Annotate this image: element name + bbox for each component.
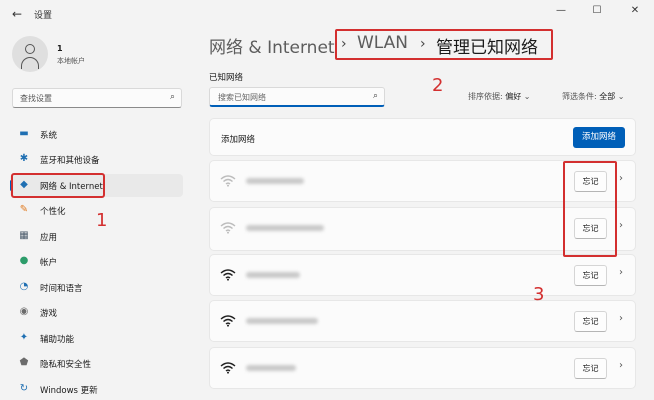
network-name-redacted <box>246 178 304 184</box>
annotation-box-forget <box>563 161 617 257</box>
sidebar-item-5[interactable]: ● 帐户 <box>10 250 183 273</box>
sidebar-item-label: 系统 <box>40 131 58 141</box>
brush-icon: ✎ <box>19 204 29 215</box>
filter-placeholder: 搜索已知网络 <box>218 93 266 102</box>
wifi-icon <box>220 362 236 374</box>
minimize-button[interactable]: — <box>548 2 574 20</box>
search-placeholder: 查找设置 <box>20 94 52 103</box>
sidebar-item-label: 隐私和安全性 <box>40 360 92 370</box>
network-name-redacted <box>246 318 318 324</box>
maximize-button[interactable]: ☐ <box>584 2 610 20</box>
wifi-icon <box>220 269 236 281</box>
chevron-right-icon[interactable]: › <box>619 173 623 184</box>
search-icon: ⌕ <box>372 91 378 101</box>
sidebar-item-0[interactable]: ▬ 系统 <box>10 123 183 146</box>
accessibility-icon: ✦ <box>19 332 29 343</box>
sidebar-item-10[interactable]: ↻ Windows 更新 <box>10 378 183 400</box>
person-icon <box>25 44 35 54</box>
annotation-box-breadcrumb <box>335 29 553 60</box>
globe-clock-icon: ◔ <box>19 281 29 292</box>
user-name: 1 <box>57 44 63 53</box>
back-arrow-icon[interactable]: ← <box>8 5 26 23</box>
forget-button[interactable]: 忘记 <box>574 265 607 286</box>
sidebar-item-label: 个性化 <box>40 207 66 217</box>
breadcrumb-network[interactable]: 网络 & Internet <box>209 33 335 58</box>
wifi-icon <box>220 222 236 234</box>
network-row[interactable]: 忘记 › <box>209 347 636 389</box>
forget-button[interactable]: 忘记 <box>574 311 607 332</box>
wifi-icon <box>220 315 236 327</box>
add-network-label: 添加网络 <box>221 135 256 145</box>
sidebar-item-label: 辅助功能 <box>40 335 75 345</box>
sidebar-item-label: 时间和语言 <box>40 284 83 294</box>
title-bar: ← 设置 — ☐ ✕ <box>0 0 654 28</box>
sort-dropdown[interactable]: 排序依据: 偏好 ⌄ <box>468 91 531 102</box>
chevron-right-icon[interactable]: › <box>619 267 623 278</box>
sidebar-item-label: 蓝牙和其他设备 <box>40 156 100 166</box>
sidebar-item-6[interactable]: ◔ 时间和语言 <box>10 276 183 299</box>
gamepad-icon: ◉ <box>19 306 29 317</box>
forget-button[interactable]: 忘记 <box>574 358 607 379</box>
sidebar-item-label: Windows 更新 <box>40 386 98 396</box>
filter-dropdown[interactable]: 筛选条件: 全部 ⌄ <box>562 91 625 102</box>
add-network-row: 添加网络 添加网络 <box>209 118 636 156</box>
sidebar-item-8[interactable]: ✦ 辅助功能 <box>10 327 183 350</box>
known-networks-search[interactable]: 搜索已知网络 ⌕ <box>209 87 385 107</box>
sidebar-item-7[interactable]: ◉ 游戏 <box>10 301 183 324</box>
person-icon: ● <box>19 255 29 266</box>
network-row[interactable]: 忘记 › <box>209 300 636 342</box>
annotation-3: 3 <box>533 284 545 305</box>
annotation-2: 2 <box>432 75 444 96</box>
apps-icon: ▦ <box>19 230 29 241</box>
sidebar-item-1[interactable]: ✱ 蓝牙和其他设备 <box>10 148 183 171</box>
update-icon: ↻ <box>19 383 29 394</box>
chevron-right-icon[interactable]: › <box>619 220 623 231</box>
add-network-button[interactable]: 添加网络 <box>573 127 625 148</box>
search-icon: ⌕ <box>169 92 175 102</box>
sidebar-item-label: 游戏 <box>40 309 58 319</box>
monitor-icon: ▬ <box>19 128 29 139</box>
chevron-right-icon[interactable]: › <box>619 360 623 371</box>
shield-icon: ⬟ <box>19 357 29 368</box>
network-name-redacted <box>246 272 300 278</box>
sidebar-item-9[interactable]: ⬟ 隐私和安全性 <box>10 352 183 375</box>
sidebar-item-label: 应用 <box>40 233 58 243</box>
annotation-box-nav <box>11 173 105 198</box>
account-type: 本地帐户 <box>57 57 85 65</box>
chevron-down-icon: ⌄ <box>523 92 531 101</box>
app-title: 设置 <box>34 11 53 21</box>
avatar[interactable] <box>12 36 48 72</box>
close-button[interactable]: ✕ <box>622 2 648 20</box>
annotation-1: 1 <box>96 210 108 231</box>
network-row[interactable]: 忘记 › <box>209 254 636 296</box>
chevron-down-icon: ⌄ <box>617 92 625 101</box>
bluetooth-icon: ✱ <box>19 153 29 164</box>
sidebar-item-label: 帐户 <box>40 258 58 268</box>
network-name-redacted <box>246 365 296 371</box>
known-networks-title: 已知网络 <box>209 73 244 83</box>
chevron-right-icon[interactable]: › <box>619 313 623 324</box>
search-input[interactable]: 查找设置 ⌕ <box>12 88 182 108</box>
wifi-icon <box>220 175 236 187</box>
network-name-redacted <box>246 225 324 231</box>
